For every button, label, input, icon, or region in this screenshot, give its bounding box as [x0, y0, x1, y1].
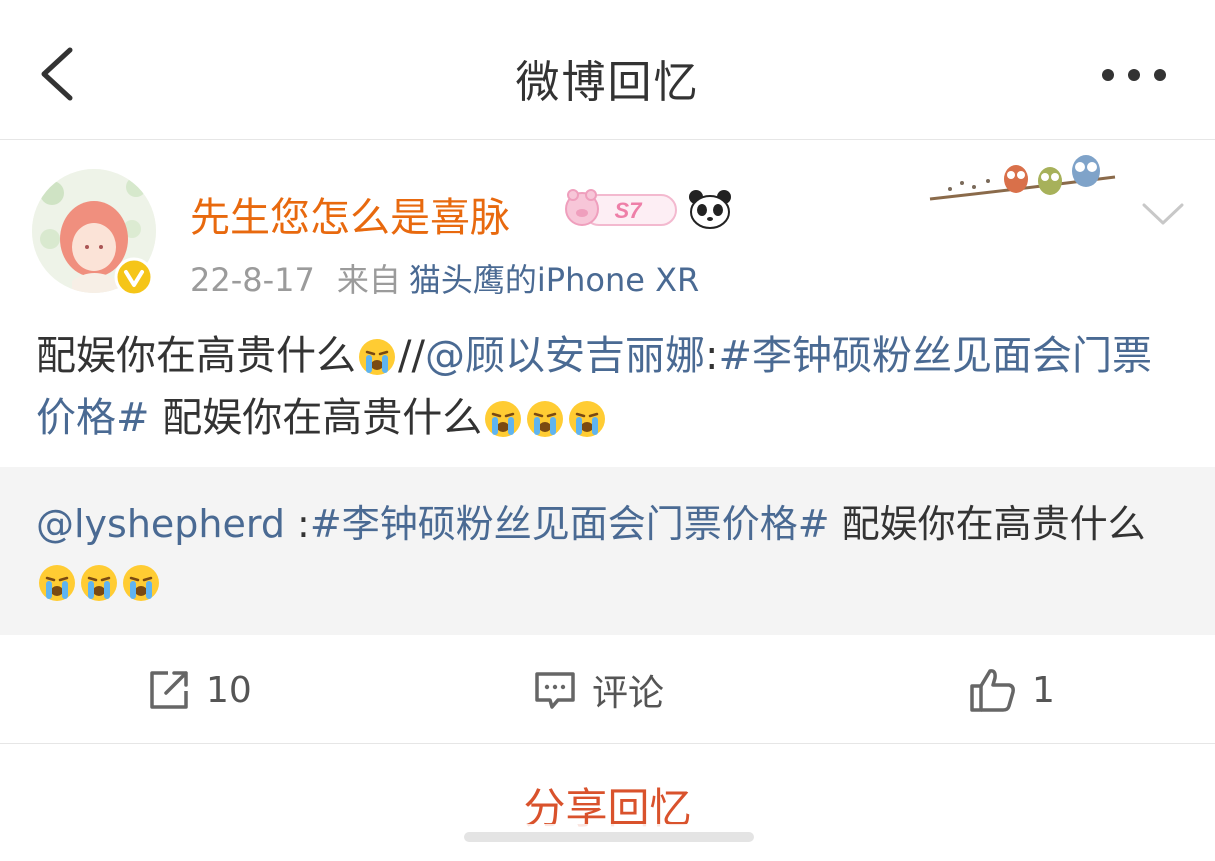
- comment-icon: [535, 672, 575, 709]
- post-date: 22-8-17: [190, 261, 315, 299]
- quoted-topic-link[interactable]: #李钟硕粉丝见面会门票价格#: [310, 502, 830, 546]
- action-bar: 10 评论 1: [0, 636, 1215, 744]
- watermark-graphic: [444, 824, 774, 850]
- source-label: 来自: [336, 261, 401, 299]
- watermark: [444, 820, 774, 854]
- repost-count: 10: [206, 669, 252, 711]
- crying-emoji-icon: [485, 401, 522, 437]
- crying-emoji-icon: [359, 339, 395, 375]
- top-navbar: 微博回忆: [0, 0, 1215, 140]
- mention-link[interactable]: @顾以安吉丽娜: [425, 333, 705, 379]
- author-name[interactable]: 先生您怎么是喜脉: [190, 185, 510, 243]
- more-horizontal-icon: [1102, 69, 1166, 81]
- quoted-text: 配娱你在高贵什么: [829, 502, 1146, 546]
- owl-decoration: [910, 149, 1140, 219]
- post-menu-button[interactable]: [1138, 193, 1188, 233]
- more-button[interactable]: [1096, 60, 1176, 90]
- chevron-down-icon: [1142, 203, 1184, 225]
- panda-icon: [689, 190, 731, 229]
- crying-emoji-icon: [527, 401, 564, 437]
- owl-branch-icon: [929, 155, 1116, 201]
- thumbs-up-icon: [970, 669, 1015, 712]
- like-button[interactable]: 1: [968, 666, 1055, 714]
- crying-emoji-icon: [39, 565, 75, 601]
- repost-separator: //: [398, 333, 425, 379]
- like-count: 1: [1032, 669, 1055, 711]
- repost-icon: [150, 671, 188, 709]
- post-meta: 22-8-17 来自 猫头鹰的iPhone XR: [190, 255, 699, 301]
- svg-text:S7: S7: [615, 198, 644, 223]
- verified-badge[interactable]: [114, 257, 154, 297]
- level-badge[interactable]: S7: [562, 187, 680, 231]
- comment-button[interactable]: 评论: [532, 666, 664, 714]
- content-text-2: 配娱你在高贵什么: [149, 395, 483, 441]
- crying-emoji-icon: [123, 565, 159, 601]
- crying-emoji-icon: [81, 565, 117, 601]
- repost-button[interactable]: 10: [146, 666, 252, 714]
- pig-level-icon: S7: [565, 189, 677, 226]
- quoted-mention-link[interactable]: @lyshepherd: [36, 502, 285, 546]
- content-text: 配娱你在高贵什么: [36, 333, 356, 379]
- comment-label: 评论: [592, 673, 665, 714]
- verified-v-icon: [114, 257, 154, 297]
- post-content: 配娱你在高贵什么//@顾以安吉丽娜:#李钟硕粉丝见面会门票价格# 配娱你在高贵什…: [36, 325, 1186, 449]
- panda-badge[interactable]: [686, 187, 734, 231]
- crying-emoji-icon: [569, 401, 606, 437]
- page-title: 微博回忆: [515, 57, 700, 108]
- quoted-colon: :: [284, 502, 310, 546]
- quoted-post-text: @lyshepherd :#李钟硕粉丝见面会门票价格# 配娱你在高贵什么: [36, 495, 1176, 611]
- source-device[interactable]: 猫头鹰的iPhone XR: [409, 261, 699, 299]
- colon: :: [704, 333, 719, 379]
- quoted-post[interactable]: @lyshepherd :#李钟硕粉丝见面会门票价格# 配娱你在高贵什么: [0, 467, 1215, 635]
